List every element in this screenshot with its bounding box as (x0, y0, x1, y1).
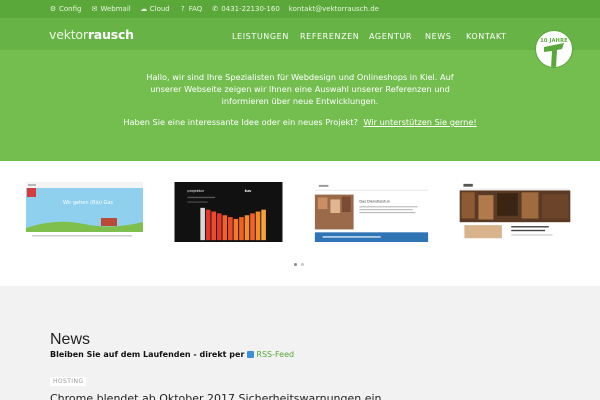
nav-item-kontakt[interactable]: KONTAKT (466, 32, 507, 41)
slider-pagination (294, 263, 304, 266)
nav-item-agentur[interactable]: AGENTUR (369, 32, 412, 41)
utility-link-webmail[interactable]: ✉ Webmail (90, 5, 131, 13)
utility-link-label: Config (59, 5, 82, 13)
anniversary-badge: 10 JAHRE (535, 30, 573, 68)
rss-feed-link[interactable]: RSS-Feed (256, 350, 294, 359)
cloud-icon: ☁ (140, 5, 148, 13)
thumb-biogas-headline: Wir gehen (Bio) Gas (63, 200, 113, 206)
reference-thumb-kaffee[interactable] (456, 182, 574, 242)
utility-link-label: FAQ (188, 5, 203, 13)
references-slider: Wir gehen (Bio) Gas projektor tuv Das Di… (0, 161, 600, 286)
news-title: News (50, 331, 91, 348)
news-section: News Bleiben Sie auf dem Laufenden - dir… (0, 286, 600, 400)
phone-icon: ✆ (212, 5, 219, 13)
nav-item-news[interactable]: NEWS (425, 32, 451, 41)
utility-link-label: kontakt@vektorrausch.de (288, 5, 379, 13)
utility-link-faq[interactable]: ? FAQ (179, 5, 203, 13)
nav-item-referenzen[interactable]: REFERENZEN (300, 32, 359, 41)
rss-icon (247, 351, 255, 358)
news-headline[interactable]: Chrome blendet ab Oktober 2017 Sicherhei… (50, 392, 382, 400)
reference-thumb-dienstleistung[interactable]: Das Dienstleistun (313, 182, 430, 242)
reference-thumb-biogas[interactable]: Wir gehen (Bio) Gas (26, 182, 143, 242)
utility-links: ⚙ Config ✉ Webmail ☁ Cloud ? FAQ ✆ 0431-… (49, 0, 379, 18)
utility-link-label: 0431-22130-160 (221, 5, 280, 13)
main-nav: LEISTUNGEN REFERENZEN AGENTUR NEWS KONTA… (0, 32, 600, 42)
slider-dot[interactable] (301, 263, 304, 266)
utility-link-cloud[interactable]: ☁ Cloud (140, 5, 170, 13)
thumb-projektor-logo: projektor (187, 189, 204, 193)
utility-link-phone[interactable]: ✆ 0431-22130-160 (211, 5, 280, 13)
utility-link-label: Webmail (100, 5, 131, 13)
utility-link-config[interactable]: ⚙ Config (49, 5, 82, 13)
thumb-dienstleistung-heading: Das Dienstleistun (359, 199, 389, 203)
anniversary-badge-text: 10 JAHRE (540, 38, 568, 44)
hero-cta-link[interactable]: Wir unterstützen Sie gerne! (363, 117, 476, 127)
gear-icon: ⚙ (49, 5, 57, 13)
utility-link-label: Cloud (149, 5, 170, 13)
question-icon: ? (180, 5, 185, 13)
news-subtitle: Bleiben Sie auf dem Laufenden - direkt p… (50, 350, 294, 359)
reference-thumb-projektor[interactable]: projektor tuv (170, 182, 287, 242)
news-subtitle-text: Bleiben Sie auf dem Laufenden - direkt p… (50, 350, 245, 359)
site-header: vektorrausch LEISTUNGEN REFERENZEN AGENT… (0, 18, 600, 50)
anniversary-badge-graphic (543, 42, 564, 67)
hero-question-line: Haben Sie eine interessante Idee oder ei… (0, 117, 600, 127)
top-utility-bar: ⚙ Config ✉ Webmail ☁ Cloud ? FAQ ✆ 0431-… (0, 0, 600, 18)
utility-link-email[interactable]: kontakt@vektorrausch.de (289, 5, 379, 13)
svg-text:tuv: tuv (245, 189, 252, 193)
envelope-icon: ✉ (91, 5, 98, 13)
news-category-tag[interactable]: HOSTING (50, 377, 87, 386)
hero-section: Hallo, wir sind Ihre Spezialisten für We… (0, 50, 600, 161)
slider-dot-active[interactable] (294, 263, 297, 266)
hero-intro: Hallo, wir sind Ihre Spezialisten für We… (146, 72, 454, 106)
nav-item-leistungen[interactable]: LEISTUNGEN (232, 32, 289, 41)
hero-question: Haben Sie eine interessante Idee oder ei… (123, 117, 358, 127)
